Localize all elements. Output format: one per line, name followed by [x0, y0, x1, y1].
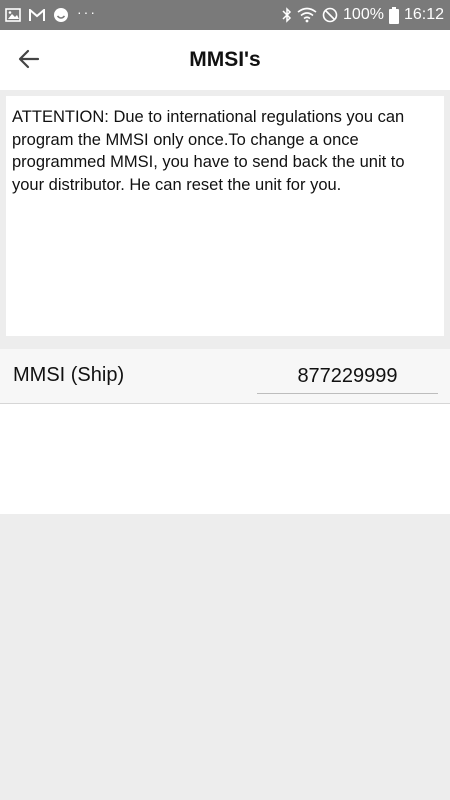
- mmsi-ship-input[interactable]: [257, 359, 438, 394]
- more-notifications-indicator: ···: [77, 4, 97, 20]
- app-bar: MMSI's: [0, 30, 450, 90]
- back-button[interactable]: [14, 46, 44, 76]
- smiley-icon: [53, 7, 69, 23]
- gmail-icon: [29, 8, 45, 22]
- status-bar-left: ···: [5, 0, 105, 30]
- empty-list-area: [0, 404, 450, 514]
- battery-icon: [388, 6, 399, 24]
- status-bar: ··· 100% 16:12: [0, 0, 450, 30]
- arrow-left-icon: [17, 47, 41, 76]
- bluetooth-icon: [282, 7, 292, 23]
- status-bar-right: 100% 16:12: [277, 0, 444, 30]
- wifi-icon: [297, 7, 317, 23]
- clock: 16:12: [403, 6, 444, 23]
- mmsi-ship-row: MMSI (Ship): [0, 349, 450, 403]
- gallery-icon: [5, 8, 21, 22]
- notice-section: ATTENTION: Due to international regulati…: [0, 90, 450, 342]
- do-not-disturb-icon: [322, 7, 338, 23]
- attention-notice: ATTENTION: Due to international regulati…: [6, 96, 444, 336]
- page-title: MMSI's: [189, 48, 261, 71]
- battery-percent: 100%: [343, 6, 384, 23]
- mmsi-ship-label: MMSI (Ship): [13, 364, 125, 386]
